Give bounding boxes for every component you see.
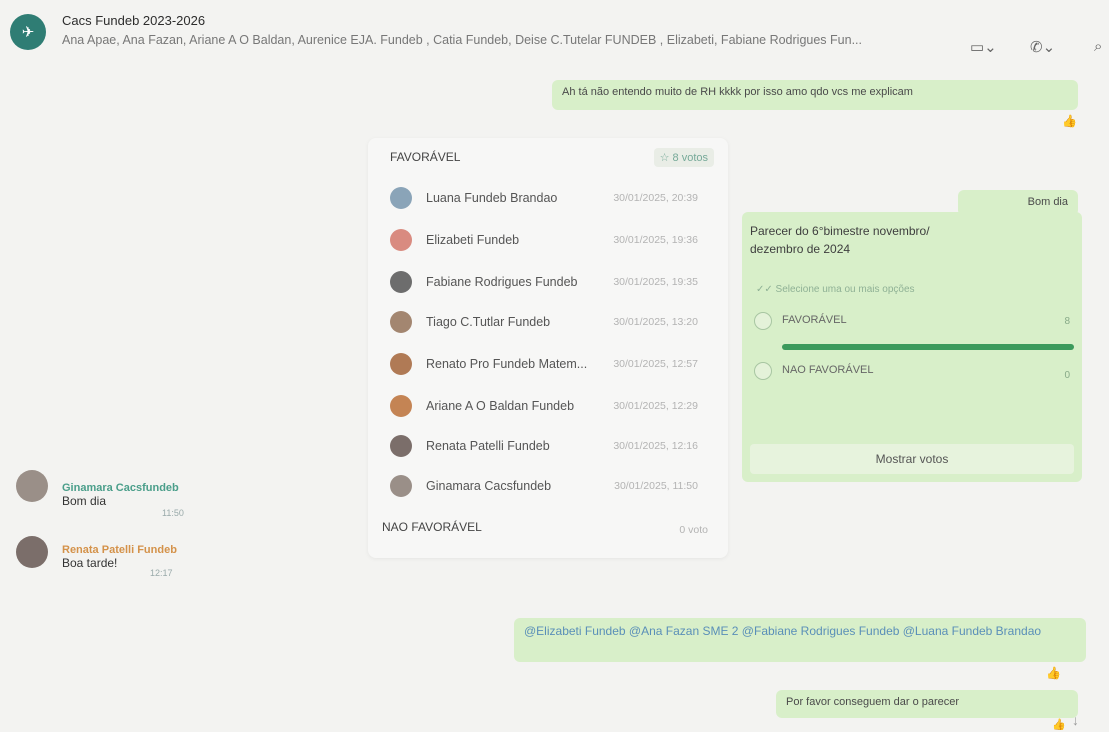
voter-row[interactable]: Ariane A O Baldan Fundeb 30/01/2025, 12:…: [388, 392, 714, 422]
voter-row[interactable]: Tiago C.Tutlar Fundeb 30/01/2025, 13:20: [388, 308, 714, 338]
chat-header: ✈ Cacs Fundeb 2023-2026 Ana Apae, Ana Fa…: [0, 0, 1109, 60]
vote-date: 30/01/2025, 13:20: [613, 316, 698, 328]
message-outgoing[interactable]: @Elizabeti Fundeb @Ana Fazan SME 2 @Fabi…: [514, 618, 1086, 662]
thumbs-up-icon[interactable]: 👍: [1062, 114, 1077, 128]
voter-name: Fabiane Rodrigues Fundeb: [426, 275, 578, 289]
message-text: Bom dia: [1027, 196, 1068, 208]
voter-row[interactable]: Fabiane Rodrigues Fundeb 30/01/2025, 19:…: [388, 268, 714, 298]
video-icon[interactable]: ▭⌄: [970, 38, 997, 56]
option-favoravel-radio[interactable]: [754, 312, 772, 330]
vote-date: 30/01/2025, 12:16: [613, 440, 698, 452]
message-text: Bom dia: [62, 494, 107, 508]
voter-row[interactable]: Renata Patelli Fundeb 30/01/2025, 12:16: [388, 432, 714, 462]
poll-hint-text: Selecione uma ou mais opções: [775, 284, 915, 295]
poll-votes-panel: FAVORÁVEL ☆ 8 votos Luana Fundeb Brandao…: [368, 138, 728, 558]
voter-name: Luana Fundeb Brandao: [426, 191, 558, 205]
message-text: Por favor conseguem dar o parecer: [786, 696, 960, 708]
vote-date: 30/01/2025, 20:39: [613, 192, 698, 204]
message-text: @Elizabeti Fundeb @Ana Fazan SME 2 @Fabi…: [524, 624, 1042, 638]
phone-icon[interactable]: ✆⌄: [1030, 38, 1055, 56]
sender-name: Renata Patelli Fundeb: [62, 544, 177, 556]
vote-date: 30/01/2025, 19:35: [613, 276, 698, 288]
show-votes-button[interactable]: Mostrar votos: [750, 444, 1074, 474]
group-avatar[interactable]: ✈: [10, 14, 46, 50]
avatar: [390, 353, 412, 375]
multi-check-icon: ✓✓: [756, 284, 773, 295]
thumbs-up-icon[interactable]: 👍: [1046, 666, 1061, 680]
thumbs-up-icon[interactable]: 👍: [1052, 718, 1066, 731]
group-members[interactable]: Ana Apae, Ana Fazan, Ariane A O Baldan, …: [62, 33, 952, 47]
search-icon[interactable]: ⌕: [1094, 38, 1102, 55]
vote-date: 30/01/2025, 12:57: [613, 358, 698, 370]
nao-favoravel-heading: NAO FAVORÁVEL: [382, 520, 482, 534]
avatar: [390, 395, 412, 417]
poll-question: Parecer do 6°bimestre novembro/ dezembro…: [750, 224, 930, 256]
option-favoravel-count: 8: [1064, 316, 1070, 327]
avatar: [390, 435, 412, 457]
voter-row[interactable]: Elizabeti Fundeb 30/01/2025, 19:36: [388, 226, 714, 256]
voter-name: Tiago C.Tutlar Fundeb: [426, 315, 551, 329]
avatar[interactable]: [16, 536, 48, 568]
nao-favoravel-vote-count: 0 voto: [679, 524, 708, 536]
option-nao-favoravel-count: 0: [1064, 370, 1070, 381]
avatar: [390, 311, 412, 333]
message-incoming[interactable]: Ginamara Cacsfundeb Bom dia: [62, 482, 179, 508]
avatar: [390, 271, 412, 293]
message-outgoing[interactable]: Por favor conseguem dar o parecer: [776, 690, 1078, 718]
avatar: [390, 229, 412, 251]
voter-row[interactable]: Renato Pro Fundeb Matem... 30/01/2025, 1…: [388, 350, 714, 380]
vote-date: 30/01/2025, 12:29: [613, 400, 698, 412]
message-outgoing[interactable]: Ah tá não entendo muito de RH kkkk por i…: [552, 80, 1078, 110]
avatar[interactable]: [16, 470, 48, 502]
voter-name: Ariane A O Baldan Fundeb: [426, 399, 575, 413]
group-title[interactable]: Cacs Fundeb 2023-2026: [62, 13, 205, 28]
vote-date: 30/01/2025, 11:50: [614, 480, 698, 492]
scroll-down-icon[interactable]: ↓: [1072, 712, 1079, 728]
voter-name: Ginamara Cacsfundeb: [426, 479, 552, 493]
voter-row[interactable]: Luana Fundeb Brandao 30/01/2025, 20:39: [388, 184, 714, 214]
message-incoming[interactable]: Renata Patelli Fundeb Boa tarde!: [62, 544, 177, 570]
avatar: [390, 187, 412, 209]
voter-name: Elizabeti Fundeb: [426, 233, 520, 247]
voter-row[interactable]: Ginamara Cacsfundeb 30/01/2025, 11:50: [388, 472, 714, 502]
poll-message: Parecer do 6°bimestre novembro/ dezembro…: [742, 212, 1082, 482]
option-nao-favoravel-label: NAO FAVORÁVEL: [782, 364, 874, 376]
message-time: 12:17: [150, 568, 173, 578]
option-nao-favoravel-radio[interactable]: [754, 362, 772, 380]
voter-name: Renato Pro Fundeb Matem...: [426, 357, 588, 371]
poll-hint: ✓✓ Selecione uma ou mais opções: [756, 284, 915, 295]
vote-date: 30/01/2025, 19:36: [613, 234, 698, 246]
sender-name: Ginamara Cacsfundeb: [62, 482, 179, 494]
option-favoravel-label: FAVORÁVEL: [782, 314, 847, 326]
favoravel-vote-count: ☆ 8 votos: [653, 148, 714, 167]
option-favoravel-bar-fill: [782, 344, 1074, 350]
favoravel-heading: FAVORÁVEL: [390, 150, 461, 164]
voter-name: Renata Patelli Fundeb: [426, 439, 550, 453]
message-text: Ah tá não entendo muito de RH kkkk por i…: [562, 86, 913, 98]
avatar: [390, 475, 412, 497]
option-favoravel-bar: [782, 344, 1074, 350]
message-time: 11:50: [162, 508, 184, 518]
